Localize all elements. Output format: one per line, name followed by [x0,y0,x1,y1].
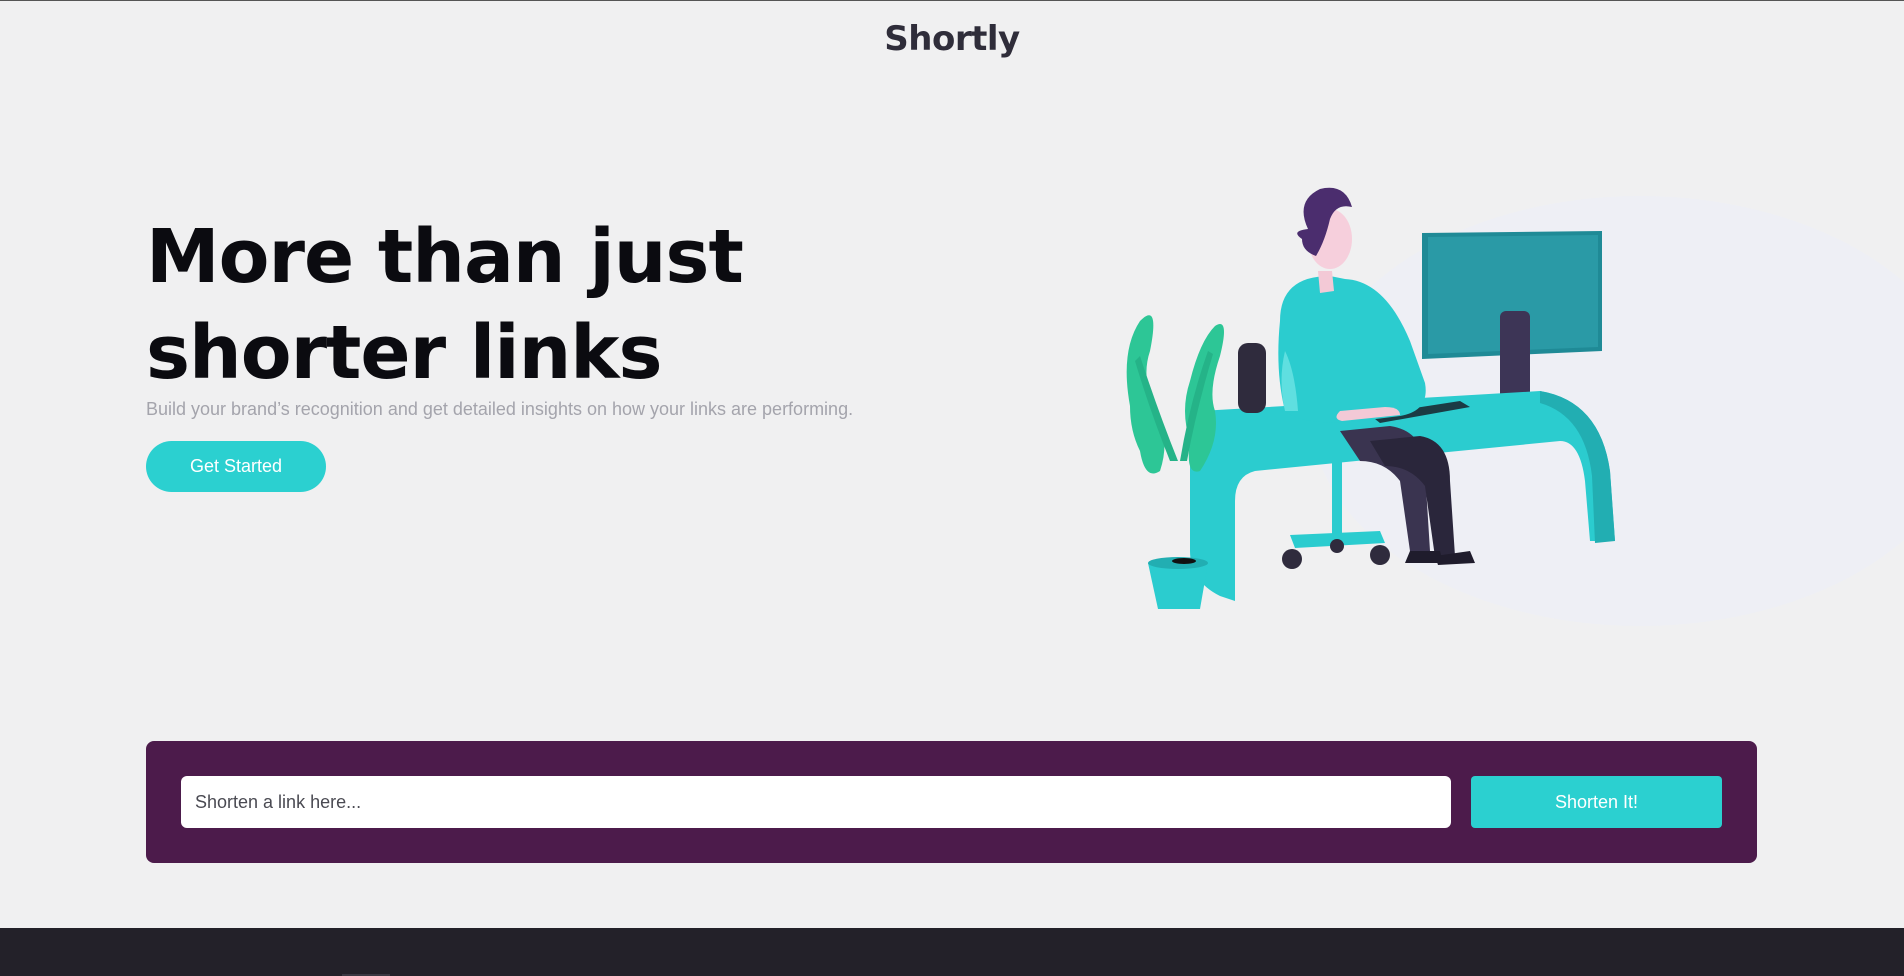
brand-logo[interactable]: Shortly [0,19,1904,59]
plant-pot [1148,563,1208,609]
get-started-button[interactable]: Get Started [146,441,326,492]
page: Shortly More than just shorter links Bui… [0,0,1904,976]
shorten-link-input[interactable] [181,776,1451,828]
shorten-it-button[interactable]: Shorten It! [1471,776,1722,828]
shorten-form: Shorten It! [146,741,1757,863]
working-person-illustration [1126,187,1904,626]
chair-back [1238,343,1266,413]
footer-band [0,928,1904,976]
hero-illustration [1040,111,1904,651]
monitor-stand [1500,311,1530,405]
hero-subtitle: Build your brand’s recognition and get d… [146,399,854,419]
hero-title: More than just shorter links [146,214,744,396]
